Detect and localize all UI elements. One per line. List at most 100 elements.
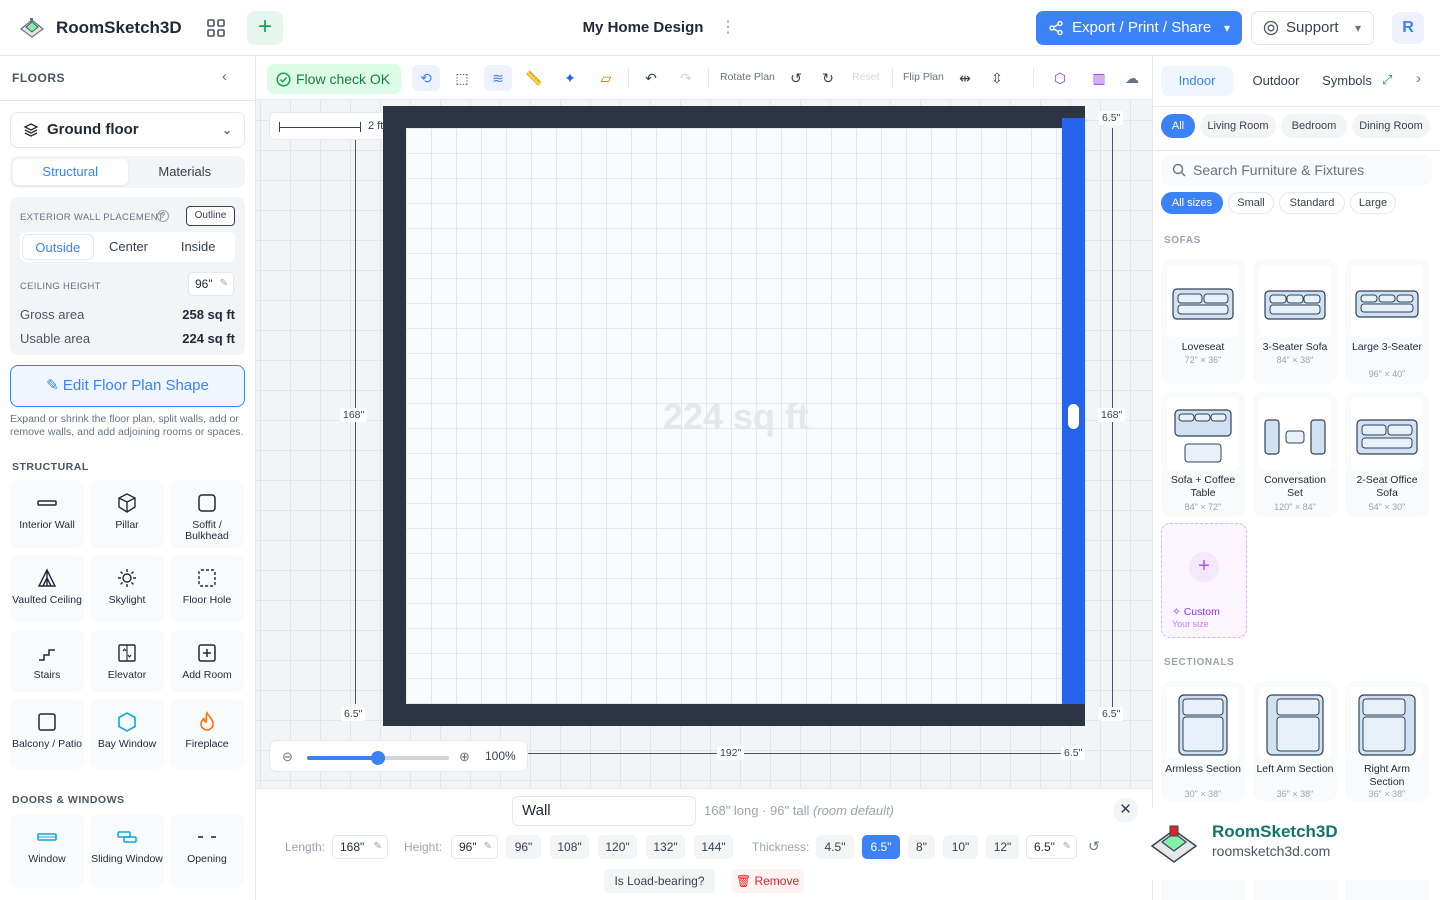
zoom-in-icon[interactable]: ⊕ bbox=[459, 749, 470, 765]
size-standard[interactable]: Standard bbox=[1279, 192, 1345, 214]
tab-outdoor[interactable]: Outdoor bbox=[1239, 66, 1313, 96]
remove-wall-button[interactable]: 🗑 Remove bbox=[731, 869, 804, 893]
tool-soffit[interactable]: Soffit / Bulkhead bbox=[170, 480, 244, 548]
user-avatar[interactable]: R bbox=[1392, 12, 1424, 44]
furniture-card[interactable]: 2-Seat Office Sofa 54" × 30" bbox=[1345, 392, 1429, 517]
tool-fireplace[interactable]: Fireplace bbox=[170, 699, 244, 769]
flip-horizontal-icon[interactable]: ⇹ bbox=[951, 65, 979, 91]
furniture-card[interactable]: Left Arm Section 36" × 38" bbox=[1253, 681, 1337, 801]
wall-left[interactable] bbox=[383, 106, 406, 726]
height-input[interactable]: 96" ✎ bbox=[451, 835, 498, 859]
tool-skylight[interactable]: Skylight bbox=[90, 555, 164, 623]
tool-opening[interactable]: Opening bbox=[170, 814, 244, 888]
magic-wand-icon[interactable]: ✦ bbox=[556, 65, 584, 91]
length-input[interactable]: 168" ✎ bbox=[332, 835, 388, 859]
wall-drag-handle[interactable] bbox=[1066, 402, 1081, 431]
layers-tool-icon[interactable]: ≋ bbox=[484, 65, 512, 91]
furniture-card[interactable]: 3-Seater Sofa 84" × 38" bbox=[1253, 259, 1337, 384]
export-button[interactable]: Export / Print / Share ▾ bbox=[1036, 11, 1242, 45]
expand-icon[interactable]: ⤢ bbox=[1382, 72, 1392, 88]
tool-pillar[interactable]: Pillar bbox=[90, 480, 164, 548]
thickness-preset-8[interactable]: 8" bbox=[908, 835, 935, 859]
placement-center[interactable]: Center bbox=[94, 234, 164, 260]
size-small[interactable]: Small bbox=[1228, 192, 1274, 214]
edit-floor-plan-shape-button[interactable]: ✎ Edit Floor Plan Shape bbox=[10, 365, 245, 407]
height-preset-132[interactable]: 132" bbox=[646, 835, 685, 859]
category-dining-room[interactable]: Dining Room bbox=[1352, 114, 1430, 138]
measure-tool-icon[interactable]: 📏 bbox=[520, 65, 548, 91]
tab-symbols[interactable]: Symbols bbox=[1315, 66, 1379, 96]
select-tool-icon[interactable]: ⬚ bbox=[448, 65, 476, 91]
furniture-card[interactable]: Sofa + Coffee Table 84" × 72" bbox=[1161, 392, 1245, 517]
flip-vertical-icon[interactable]: ⇳ bbox=[983, 65, 1011, 91]
tool-bay-window[interactable]: Bay Window bbox=[90, 699, 164, 769]
tool-stairs[interactable]: Stairs bbox=[10, 630, 84, 692]
tool-vaulted-ceiling[interactable]: Vaulted Ceiling bbox=[10, 555, 84, 623]
floor-plan-canvas[interactable]: Flow check OK ⟲ ⬚ ≋ 📏 ✦ ▱ ↶ ↷ Rotate Pla… bbox=[256, 56, 1152, 788]
cloud-save-icon[interactable]: ☁ bbox=[1118, 65, 1146, 91]
tool-sliding-window[interactable]: Sliding Window bbox=[90, 814, 164, 888]
wall-top[interactable] bbox=[383, 106, 1085, 128]
thickness-preset-6-5[interactable]: 6.5" bbox=[862, 835, 900, 859]
thickness-input[interactable]: 6.5" ✎ bbox=[1026, 835, 1077, 859]
tool-interior-wall[interactable]: Interior Wall bbox=[10, 480, 84, 548]
help-icon[interactable]: ? bbox=[157, 210, 169, 222]
dashboard-grid-icon[interactable] bbox=[204, 16, 228, 40]
tab-indoor[interactable]: Indoor bbox=[1161, 66, 1233, 96]
height-preset-108[interactable]: 108" bbox=[550, 835, 589, 859]
snap-tool-icon[interactable]: ⟲ bbox=[412, 65, 440, 91]
wall-bottom[interactable] bbox=[383, 704, 1085, 726]
placement-outside[interactable]: Outside bbox=[22, 234, 94, 260]
chevron-right-icon[interactable]: › bbox=[1416, 70, 1421, 87]
reset-button[interactable]: Reset bbox=[852, 71, 879, 83]
ceiling-height-input[interactable]: 96" ✎ bbox=[188, 272, 234, 296]
zoom-slider-handle[interactable] bbox=[371, 751, 385, 765]
load-bearing-button[interactable]: Is Load-bearing? bbox=[604, 869, 715, 893]
category-bedroom[interactable]: Bedroom bbox=[1281, 114, 1347, 138]
wall-name-input[interactable]: Wall bbox=[512, 796, 696, 826]
tool-elevator[interactable]: Elevator bbox=[90, 630, 164, 692]
furniture-card[interactable]: Large 3-Seater 96" × 40" bbox=[1345, 259, 1429, 384]
tool-window[interactable]: Window bbox=[10, 814, 84, 888]
rotate-left-icon[interactable]: ↺ bbox=[782, 65, 810, 91]
size-large[interactable]: Large bbox=[1350, 192, 1396, 214]
furniture-card[interactable]: Armless Section 30" × 38" bbox=[1161, 681, 1245, 801]
document-title[interactable]: My Home Design bbox=[560, 19, 726, 36]
category-all[interactable]: All bbox=[1161, 114, 1195, 138]
more-options-icon[interactable]: ⋮ bbox=[720, 17, 736, 37]
tab-materials[interactable]: Materials bbox=[128, 159, 243, 185]
thickness-preset-4-5[interactable]: 4.5" bbox=[816, 835, 854, 859]
reset-thickness-icon[interactable]: ↺ bbox=[1088, 838, 1100, 855]
building-icon[interactable]: ▥ bbox=[1085, 65, 1113, 91]
3d-view-icon[interactable]: ⬡ bbox=[1046, 65, 1074, 91]
height-preset-120[interactable]: 120" bbox=[598, 835, 637, 859]
brand-url[interactable]: roomsketch3d.com bbox=[1212, 843, 1330, 859]
tab-structural[interactable]: Structural bbox=[13, 159, 128, 185]
furniture-card[interactable]: Conversation Set 120" × 84" bbox=[1253, 392, 1337, 517]
collapse-panel-icon[interactable]: ‹ bbox=[222, 68, 227, 85]
height-preset-144[interactable]: 144" bbox=[694, 835, 733, 859]
outline-button[interactable]: Outline bbox=[186, 206, 235, 226]
tool-balcony[interactable]: Balcony / Patio bbox=[10, 699, 84, 769]
support-button[interactable]: Support ▾ bbox=[1251, 11, 1374, 45]
furniture-card[interactable]: Right Arm Section 36" × 38" bbox=[1345, 681, 1429, 801]
house-logo-icon[interactable] bbox=[18, 14, 46, 42]
furniture-card[interactable]: Loveseat 72" × 36" bbox=[1161, 259, 1245, 384]
custom-size-card[interactable]: + ✧ Custom Your size bbox=[1161, 523, 1247, 638]
flow-check-badge[interactable]: Flow check OK bbox=[267, 64, 401, 94]
undo-icon[interactable]: ↶ bbox=[637, 65, 665, 91]
placement-inside[interactable]: Inside bbox=[163, 234, 233, 260]
size-all[interactable]: All sizes bbox=[1161, 192, 1223, 214]
floor-selector[interactable]: Ground floor ⌄ bbox=[10, 112, 245, 148]
note-tool-icon[interactable]: ▱ bbox=[592, 65, 620, 91]
thickness-preset-12[interactable]: 12" bbox=[986, 835, 1019, 859]
height-preset-96[interactable]: 96" bbox=[506, 835, 541, 859]
tool-add-room[interactable]: Add Room bbox=[170, 630, 244, 692]
furniture-search-input[interactable]: Search Furniture & Fixtures bbox=[1161, 155, 1432, 185]
tool-floor-hole[interactable]: Floor Hole bbox=[170, 555, 244, 623]
category-living-room[interactable]: Living Room bbox=[1200, 114, 1276, 138]
rotate-right-icon[interactable]: ↻ bbox=[814, 65, 842, 91]
new-design-button[interactable]: + bbox=[247, 11, 283, 45]
zoom-out-icon[interactable]: ⊖ bbox=[282, 749, 293, 765]
redo-icon[interactable]: ↷ bbox=[672, 65, 700, 91]
